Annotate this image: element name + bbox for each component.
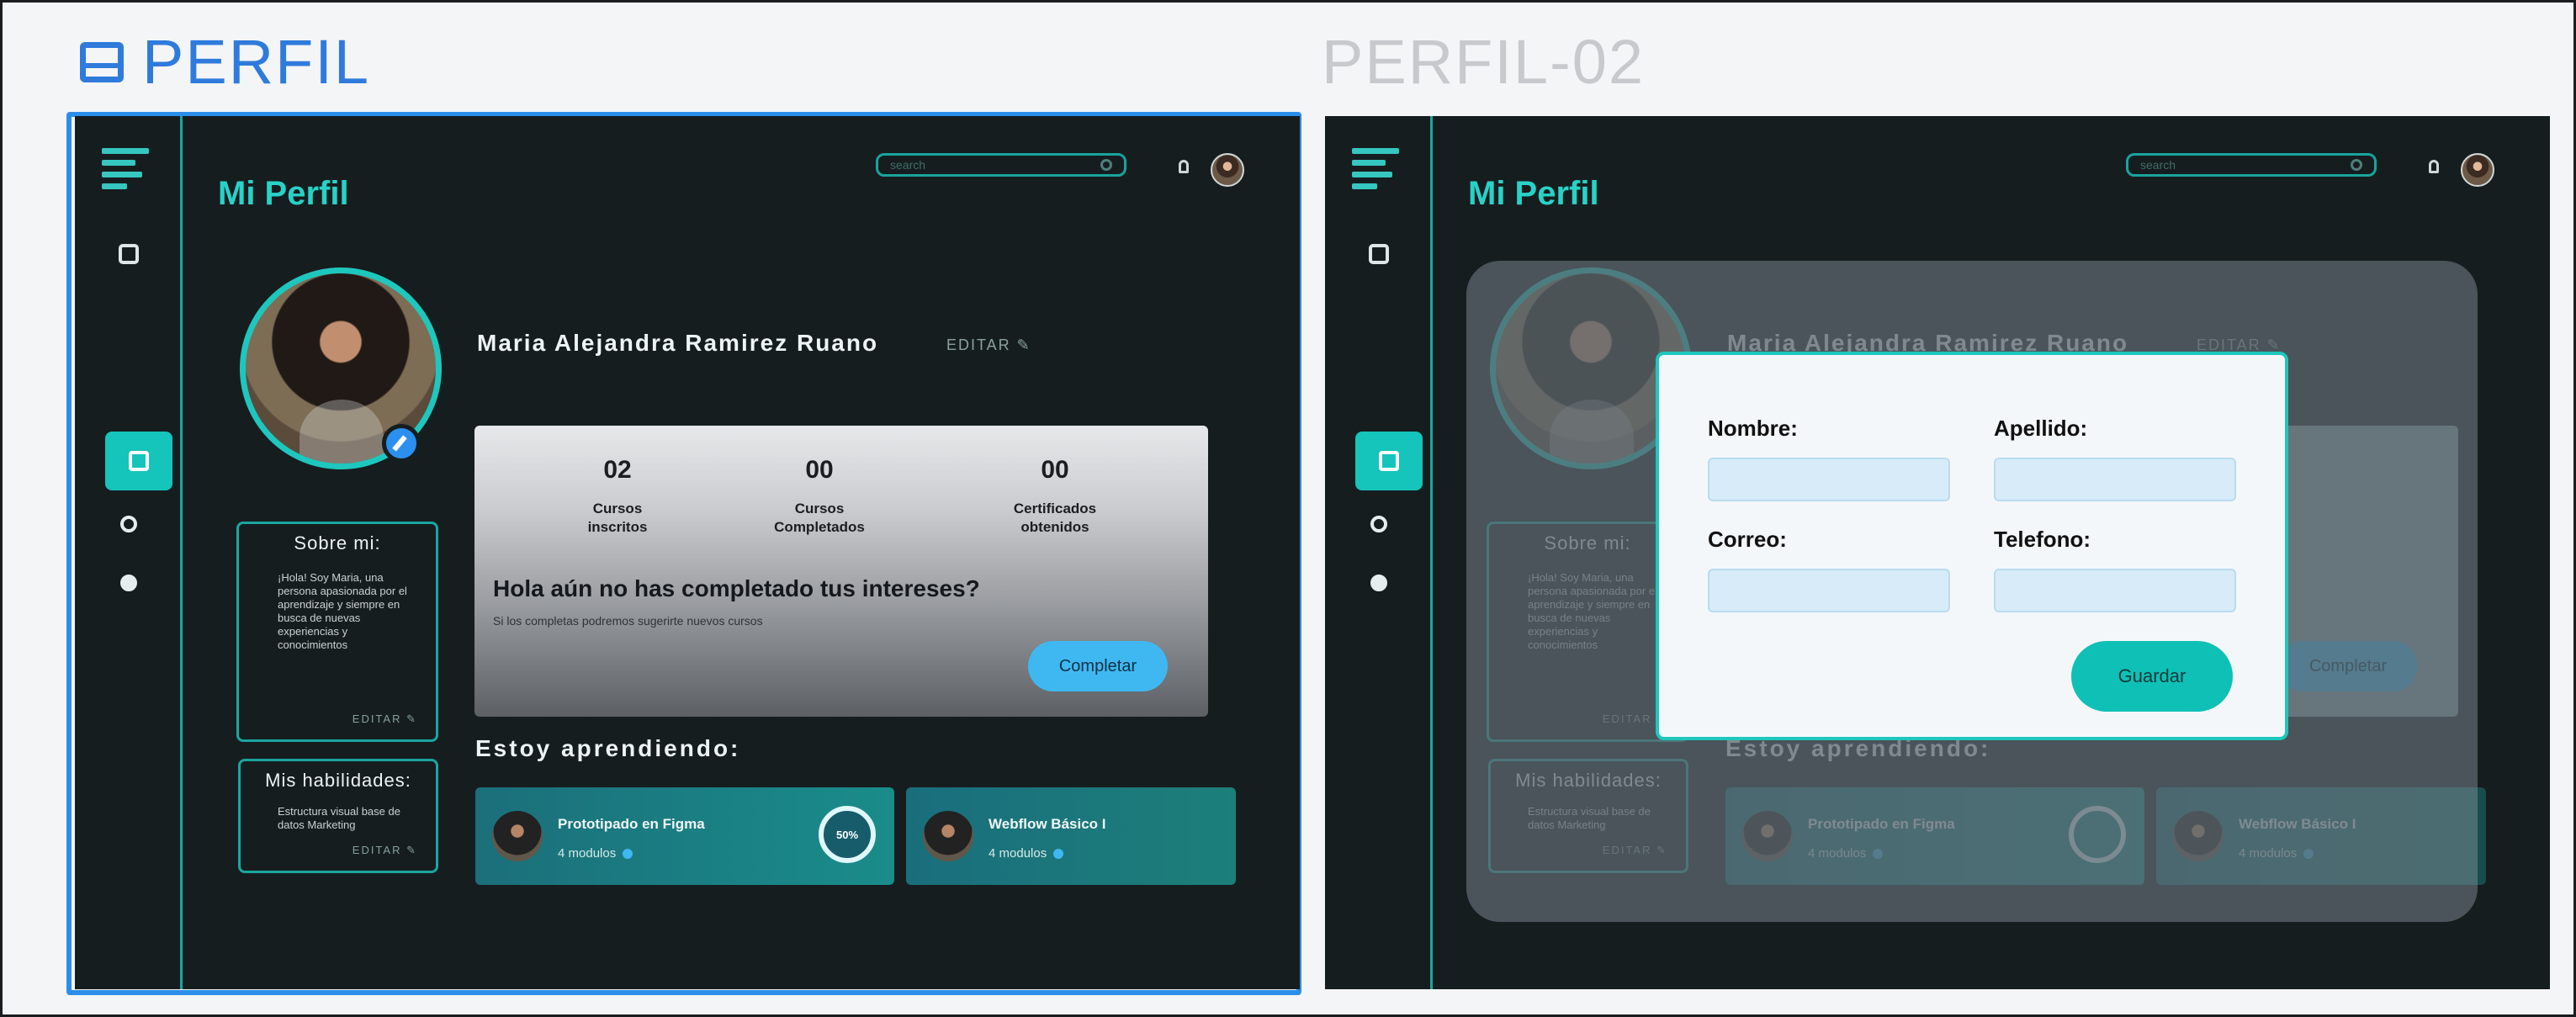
notification-icon[interactable] (2429, 160, 2439, 173)
edit-profile-modal: Nombre: Apellido: Correo: Telefono: Guar… (1656, 352, 2288, 740)
settings-icon[interactable] (1370, 575, 1387, 591)
refresh-icon[interactable] (120, 516, 137, 532)
stat-value: 00 (805, 456, 834, 484)
skills-edit-link[interactable]: EDITAR ✎ (352, 844, 417, 857)
logo-icon[interactable] (1352, 148, 1399, 195)
search-placeholder: search (890, 158, 926, 172)
course-card[interactable]: Prototipado en Figma 4 modulos 50% (475, 787, 894, 885)
course-modules: 4 modulos (989, 846, 1063, 861)
settings-icon[interactable] (120, 575, 137, 591)
page-title: Mi Perfil (218, 175, 349, 212)
course-modules: 4 modulos (558, 846, 633, 861)
sidebar (75, 116, 183, 989)
about-title: Sobre mi: (294, 532, 381, 554)
dashboard-icon[interactable] (1369, 244, 1389, 264)
notification-icon[interactable] (1179, 160, 1189, 173)
course-thumbnail (923, 811, 973, 861)
logo-icon[interactable] (102, 148, 149, 195)
search-icon (1100, 159, 1112, 171)
frame-label-perfil-02[interactable]: PERFIL-02 (1322, 26, 1645, 98)
stat-value: 02 (603, 456, 632, 484)
avatar[interactable] (1211, 153, 1244, 187)
frame-label-perfil[interactable]: PERFIL (80, 26, 370, 98)
correo-label: Correo: (1708, 527, 1787, 552)
frame-perfil[interactable]: Mi Perfil search Maria Alejandra Ramirez… (75, 116, 1300, 989)
course-name: Webflow Básico I (989, 816, 1106, 832)
dashboard-icon[interactable] (119, 244, 139, 264)
nombre-field[interactable] (1708, 458, 1950, 501)
stat-label: Cursos inscritos (587, 501, 648, 535)
about-edit-link[interactable]: EDITAR ✎ (352, 712, 417, 726)
telefono-field[interactable] (1994, 569, 2236, 612)
course-card[interactable]: Webflow Básico I 4 modulos (906, 787, 1236, 885)
stats-card: 02 Cursos inscritos 00 Cursos Completado… (474, 426, 1208, 717)
avatar[interactable] (2461, 153, 2494, 187)
frame-label-text: PERFIL (142, 27, 371, 97)
search-placeholder: search (2140, 158, 2176, 172)
frame-perfil-02[interactable]: Mi Perfil search Maria Alejandra Ramirez… (1325, 116, 2550, 989)
skills-card: Mis habilidades: Estructura visual base … (238, 759, 438, 873)
search-input[interactable]: search (2126, 153, 2377, 177)
user-name: Maria Alejandra Ramirez Ruano (477, 330, 879, 356)
frame-label-text: PERFIL-02 (1322, 27, 1646, 97)
sidebar (1325, 116, 1433, 989)
apellido-label: Apellido: (1994, 416, 2088, 441)
refresh-icon[interactable] (1370, 516, 1387, 532)
stat-label: Certificados obtenidos (1013, 501, 1097, 535)
about-text: ¡Hola! Soy Maria, una persona apasionada… (278, 571, 407, 651)
interests-subtext: Si los completas podremos sugerirte nuev… (493, 614, 763, 628)
stat-certificates: 00 Certificados obtenidos (979, 456, 1131, 537)
page-title: Mi Perfil (1468, 175, 1599, 212)
course-thumbnail (492, 811, 543, 861)
learning-title: Estoy aprendiendo: (475, 735, 741, 761)
edit-photo-button[interactable] (382, 424, 421, 463)
search-icon (2351, 159, 2362, 171)
course-progress: 50% (819, 806, 876, 863)
profile-nav-icon[interactable] (1355, 432, 1423, 490)
about-card: Sobre mi: ¡Hola! Soy Maria, una persona … (236, 522, 438, 742)
correo-field[interactable] (1708, 569, 1950, 612)
search-input[interactable]: search (876, 153, 1126, 177)
profile-nav-icon[interactable] (105, 432, 172, 490)
telefono-label: Telefono: (1994, 527, 2091, 552)
edit-name-link[interactable]: EDITAR ✎ (946, 336, 1031, 354)
nombre-label: Nombre: (1708, 416, 1798, 441)
apellido-field[interactable] (1994, 458, 2236, 501)
skills-text: Estructura visual base de datos Marketin… (278, 805, 400, 831)
save-button[interactable]: Guardar (2071, 641, 2233, 712)
frame-icon (80, 41, 124, 82)
interests-heading: Hola aún no has completado tus intereses… (493, 575, 980, 601)
stat-enrolled: 02 Cursos inscritos (559, 456, 676, 537)
skills-title: Mis habilidades: (265, 770, 411, 791)
design-canvas: PERFIL PERFIL-02 Mi Perfil search Maria … (0, 0, 2576, 1017)
stat-label: Cursos Completados (774, 501, 865, 535)
stat-completed: 00 Cursos Completados (744, 456, 895, 537)
course-name: Prototipado en Figma (558, 816, 705, 832)
stat-value: 00 (1041, 456, 1069, 484)
complete-button[interactable]: Completar (1028, 641, 1168, 691)
